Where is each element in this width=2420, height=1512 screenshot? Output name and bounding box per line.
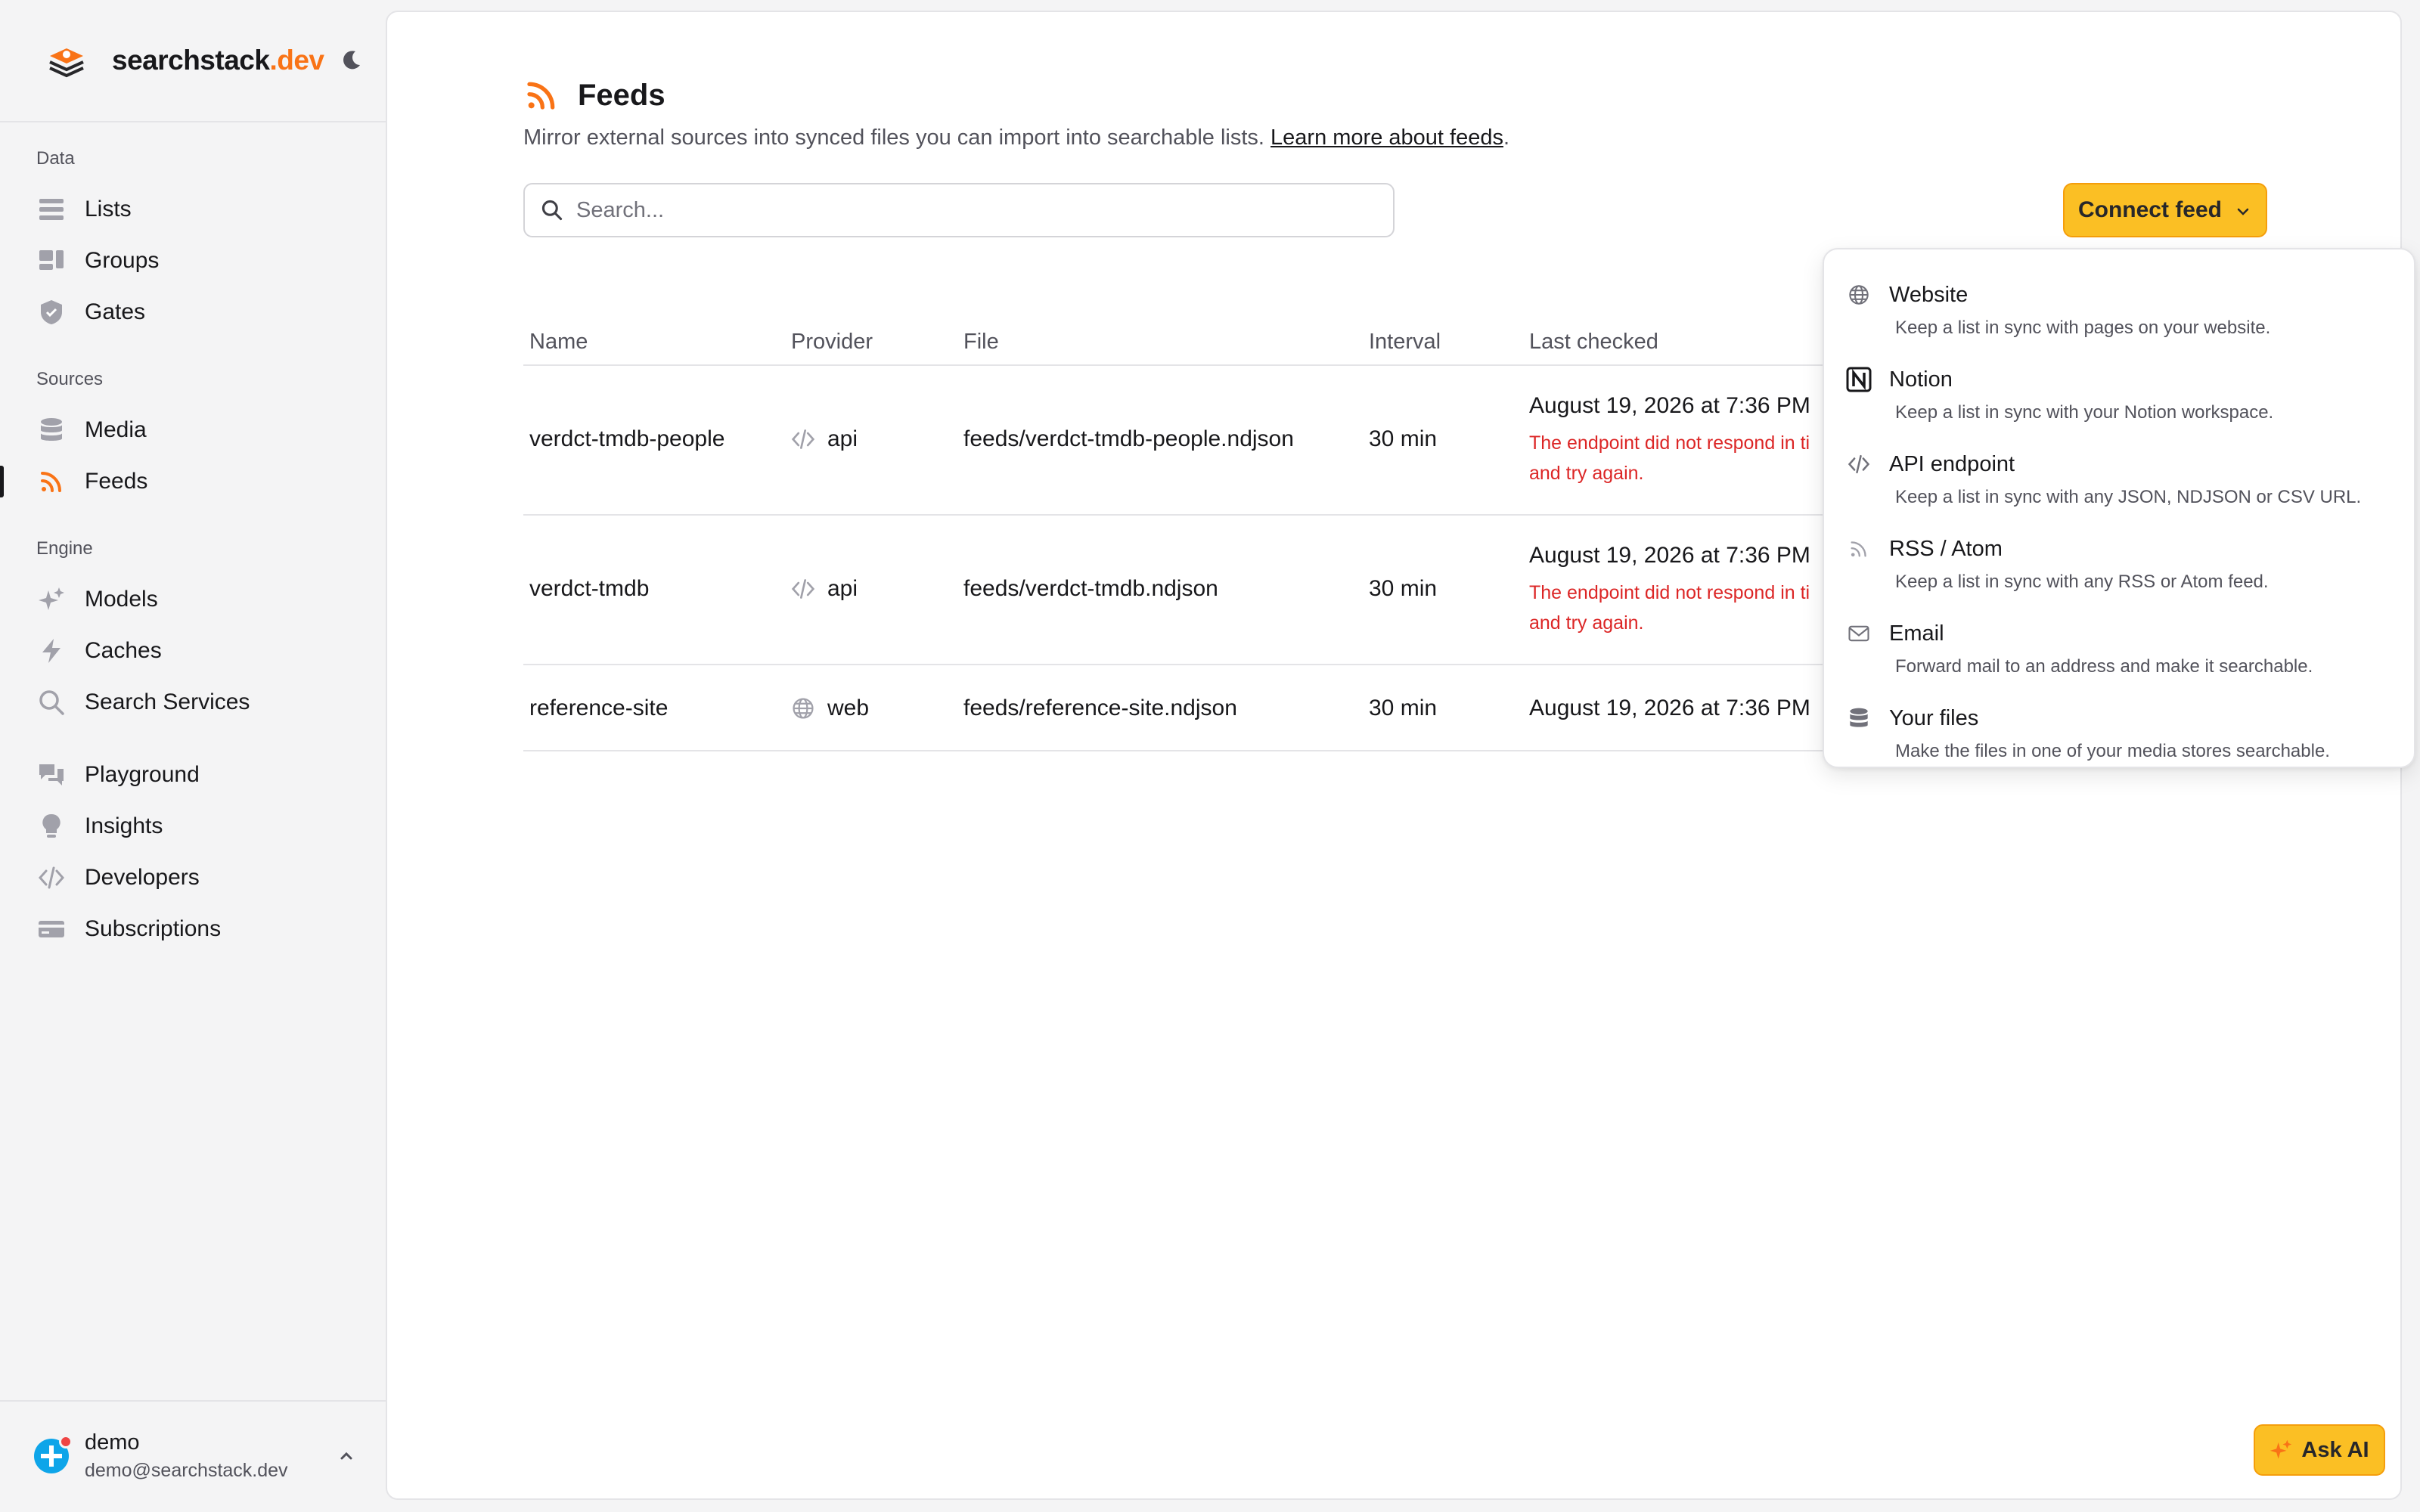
avatar [33,1435,73,1474]
brand-name: searchstack.dev [112,45,324,76]
menu-item-rss-atom[interactable]: RSS / Atom Keep a list in sync with any … [1824,519,2417,603]
feed-provider: web [791,696,869,721]
feed-interval: 30 min [1369,576,1438,601]
sidebar-item-search-services[interactable]: Search Services [0,679,386,726]
sidebar-footer-divider [0,1400,386,1402]
feed-file: feeds/reference-site.ndjson [963,696,1237,720]
feed-provider: api [791,576,858,602]
menu-item-website[interactable]: Website Keep a list in sync with pages o… [1824,265,2417,349]
column-header-file[interactable]: File [963,330,999,355]
rss-icon [523,77,560,113]
mail-icon [1845,620,1872,647]
page-subtitle: Mirror external sources into synced file… [523,125,1510,150]
menu-item-api-endpoint[interactable]: API endpoint Keep a list in sync with an… [1824,434,2417,519]
feed-interval: 30 min [1369,696,1438,720]
chevron-down-icon [2234,201,2252,219]
feed-file: feeds/verdct-tmdb-people.ndjson [963,426,1294,451]
column-header-last-checked[interactable]: Last checked [1529,330,1658,355]
sidebar-item-developers[interactable]: Developers [0,854,386,901]
feed-last-checked: August 19, 2026 at 7:36 PM [1529,393,1810,418]
brand[interactable]: searchstack.dev [45,36,378,85]
sidebar-item-caches[interactable]: Caches [0,627,386,674]
user-email: demo@searchstack.dev [85,1460,288,1481]
chat-icon [36,760,67,790]
code-icon [1845,451,1872,478]
sidebar-divider [0,121,386,122]
feed-last-checked: August 19, 2026 at 7:36 PM [1529,543,1810,568]
search-icon [36,687,67,717]
user-menu[interactable]: demo demo@searchstack.dev [33,1426,358,1486]
sidebar-item-insights[interactable]: Insights [0,803,386,850]
column-header-interval[interactable]: Interval [1369,330,1441,355]
page-title: Feeds [578,78,666,112]
search-box[interactable] [523,183,1395,237]
globe-icon [791,696,815,720]
sidebar-item-feeds[interactable]: Feeds [0,458,386,505]
sidebar-item-lists[interactable]: Lists [0,186,386,233]
connect-feed-button[interactable]: Connect feed [2063,183,2267,237]
sidebar-item-playground[interactable]: Playground [0,751,386,798]
learn-more-link[interactable]: Learn more about feeds [1270,125,1503,150]
moon-icon[interactable] [336,45,366,76]
page-header: Feeds [523,77,666,113]
logo-icon [45,39,88,82]
table-header-divider [523,364,2036,366]
list-icon [36,194,67,225]
feed-last-checked: August 19, 2026 at 7:36 PM [1529,696,1810,720]
globe-icon [1845,281,1872,308]
groups-icon [36,246,67,276]
menu-item-your-files[interactable]: Your files Make the files in one of your… [1824,688,2417,773]
shield-icon [36,297,67,327]
connect-feed-menu: Website Keep a list in sync with pages o… [1823,248,2415,768]
notification-dot [59,1435,73,1448]
menu-item-notion[interactable]: Notion Keep a list in sync with your Not… [1824,349,2417,434]
code-icon [36,863,67,893]
code-icon [791,577,815,601]
sidebar-item-subscriptions[interactable]: Subscriptions [0,906,386,953]
feed-file: feeds/verdct-tmdb.ndjson [963,576,1218,601]
sidebar-item-media[interactable]: Media [0,407,386,454]
table-row-divider [523,750,2036,751]
rss-icon [1845,535,1872,562]
notion-icon [1845,366,1872,393]
chevron-up-icon[interactable] [334,1444,358,1468]
rss-icon [36,466,67,497]
menu-item-email[interactable]: Email Forward mail to an address and mak… [1824,603,2417,688]
user-name: demo [85,1430,140,1455]
sidebar-item-gates[interactable]: Gates [0,289,386,336]
section-label-data: Data [36,148,75,169]
lightbulb-icon [36,811,67,841]
search-input[interactable] [576,197,1363,223]
table-row-divider [523,664,2036,665]
section-label-engine: Engine [36,538,93,559]
column-header-name[interactable]: Name [529,330,588,355]
database-icon [1845,705,1872,732]
sparkles-icon [36,584,67,615]
section-label-sources: Sources [36,369,104,389]
database-icon [36,415,67,445]
search-icon [540,198,564,222]
feed-provider: api [791,426,858,452]
sidebar: searchstack.dev Data Lists Groups Gates … [0,0,386,1512]
feed-error-message: The endpoint did not respond in ti and t… [1529,582,1810,634]
bolt-icon [36,636,67,666]
sidebar-item-groups[interactable]: Groups [0,237,386,284]
column-header-provider[interactable]: Provider [791,330,873,355]
card-icon [36,914,67,944]
feed-name[interactable]: verdct-tmdb [529,576,649,602]
sidebar-item-models[interactable]: Models [0,576,386,623]
sparkles-icon [2270,1439,2292,1461]
feed-error-message: The endpoint did not respond in ti and t… [1529,432,1810,484]
feed-interval: 30 min [1369,426,1438,451]
table-row-divider [523,514,2036,516]
feed-name[interactable]: verdct-tmdb-people [529,426,724,452]
feed-name[interactable]: reference-site [529,696,668,721]
ask-ai-button[interactable]: Ask AI [2254,1424,2385,1476]
code-icon [791,427,815,451]
